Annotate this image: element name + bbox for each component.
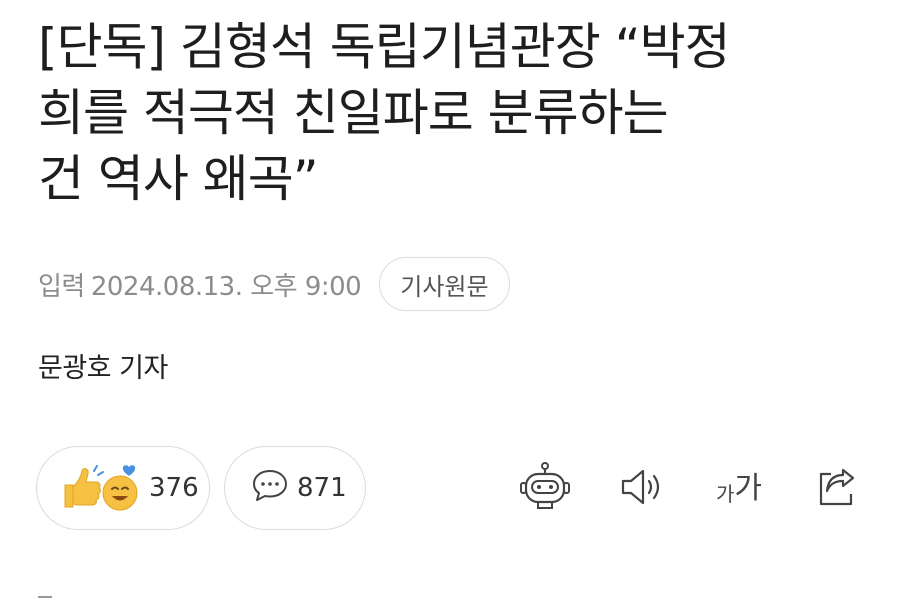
font-size-button[interactable]: 가 가: [710, 460, 768, 518]
published-label: 입력: [38, 271, 85, 302]
article-page: [단독] 김형석 독립기념관장 “박정 희를 적극적 친일파로 분류하는 건 역…: [0, 0, 900, 600]
reaction-button[interactable]: 376: [36, 446, 210, 530]
headline-line-3: 건 역사 왜곡”: [38, 150, 319, 208]
read-aloud-button[interactable]: [612, 460, 670, 518]
summary-robot-button[interactable]: [516, 460, 574, 518]
comment-count: 871: [297, 473, 347, 503]
headline-line-2: 희를 적극적 친일파로 분류하는: [38, 84, 669, 142]
article-actions: 376 871 가 가: [0, 446, 900, 532]
share-icon: [813, 464, 861, 514]
reporter-name: 문광호 기자: [38, 353, 168, 384]
headline-line-1: [단독] 김형석 독립기념관장 “박정: [38, 18, 731, 76]
share-button[interactable]: [808, 460, 866, 518]
font-size-big-glyph: 가: [734, 471, 762, 506]
reaction-count: 376: [149, 473, 199, 503]
article-meta: 입력 2024.08.13. 오후 9:00 기사원문: [38, 256, 510, 312]
content-divider: [38, 596, 52, 598]
article-headline: [단독] 김형석 독립기념관장 “박정 희를 적극적 친일파로 분류하는 건 역…: [38, 14, 878, 212]
font-size-icon: 가 가: [715, 471, 762, 506]
font-size-small-glyph: 가: [715, 482, 735, 506]
speaker-icon: [617, 465, 665, 513]
comment-button[interactable]: 871: [224, 446, 366, 530]
robot-icon: [518, 460, 572, 518]
thumbs-up-and-smile-emoji-icon: [57, 463, 141, 513]
original-article-button[interactable]: 기사원문: [379, 257, 510, 311]
speech-bubble-icon: [251, 467, 289, 510]
published-date: 2024.08.13. 오후 9:00: [90, 271, 362, 302]
